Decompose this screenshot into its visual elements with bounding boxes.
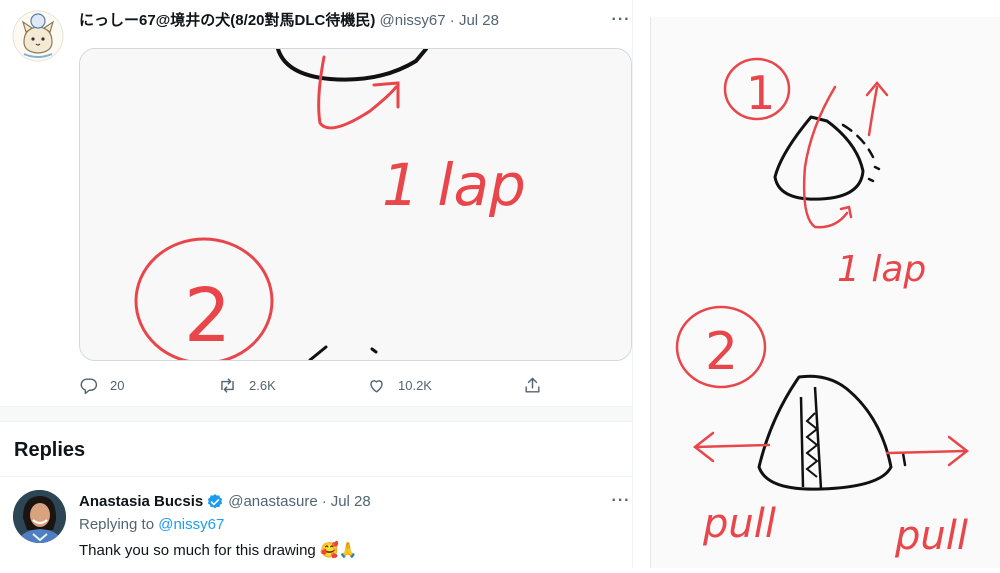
reply-icon xyxy=(80,377,98,394)
reply-header: Anastasia Bucsis @anastasure · Jul 28 xyxy=(79,492,371,512)
reply-body: Thank you so much for this drawing xyxy=(79,542,316,559)
retweet-button[interactable]: 2.6K xyxy=(218,372,276,398)
reply-emojis: 🥰🙏 xyxy=(319,541,358,559)
replying-to-mention[interactable]: @nissy67 xyxy=(158,516,224,533)
reply-count: 20 xyxy=(110,377,125,393)
drawing-step1-label: 1 xyxy=(746,66,775,120)
timeline-column: にっしー67@境井の犬(8/20對馬DLC待機民) @nissy67 · Jul… xyxy=(0,0,633,568)
reply-text: Thank you so much for this drawing 🥰🙏 xyxy=(79,540,357,561)
media-lap-label: 1 lap xyxy=(382,151,526,219)
reply-author-handle[interactable]: @anastasure xyxy=(228,492,317,512)
section-separator xyxy=(0,406,632,422)
share-button[interactable] xyxy=(523,372,554,398)
replies-heading: Replies xyxy=(14,439,86,461)
reply-author-name[interactable]: Anastasia Bucsis xyxy=(79,492,203,512)
header-separator: · xyxy=(449,12,455,29)
reply-button[interactable]: 20 xyxy=(79,372,124,398)
verified-badge-icon xyxy=(208,494,223,509)
tweet-more-icon[interactable]: ··· xyxy=(609,12,633,33)
replying-prefix: Replying to xyxy=(79,516,155,533)
like-count: 10.2K xyxy=(398,377,432,393)
onigiri-drawing: 1 1 lap 2 pull pull xyxy=(651,17,1000,568)
reply-header-separator: · xyxy=(321,493,327,510)
author-name[interactable]: にっしー67@境井の犬(8/20對馬DLC待機民) xyxy=(79,12,375,29)
like-icon xyxy=(370,379,383,393)
tweet-actions: 20 2.6K 10.2K xyxy=(79,372,549,398)
drawing-image-panel: 1 1 lap 2 pull pull xyxy=(650,17,1000,568)
drawing-pull-right-label: pull xyxy=(894,513,968,559)
author-avatar[interactable] xyxy=(12,10,64,62)
reply-timestamp[interactable]: Jul 28 xyxy=(331,492,371,512)
drawing-step2-label: 2 xyxy=(705,322,738,382)
like-button[interactable]: 10.2K xyxy=(367,372,432,398)
tweet-timestamp[interactable]: Jul 28 xyxy=(459,12,499,29)
drawing-pull-left-label: pull xyxy=(702,501,776,547)
reply-more-icon[interactable]: ··· xyxy=(609,493,633,514)
tweet-header: にっしー67@境井の犬(8/20對馬DLC待機民) @nissy67 · Jul… xyxy=(79,11,499,31)
cat-avatar-icon xyxy=(12,10,64,62)
author-handle[interactable]: @nissy67 xyxy=(380,12,446,29)
reply-author-avatar[interactable] xyxy=(13,490,66,543)
drawing-lap-label: 1 lap xyxy=(837,249,926,290)
retweet-count: 2.6K xyxy=(249,377,276,393)
replying-to-line: Replying to @nissy67 xyxy=(79,515,224,535)
replies-divider xyxy=(0,476,632,477)
retweet-icon xyxy=(221,377,234,393)
drawing-crop: 1 lap 2 xyxy=(80,49,631,360)
media-step2-label: 2 xyxy=(184,273,231,359)
tweet-image[interactable]: 1 lap 2 xyxy=(79,48,632,361)
share-icon xyxy=(525,377,540,393)
person-avatar-icon xyxy=(13,490,66,543)
